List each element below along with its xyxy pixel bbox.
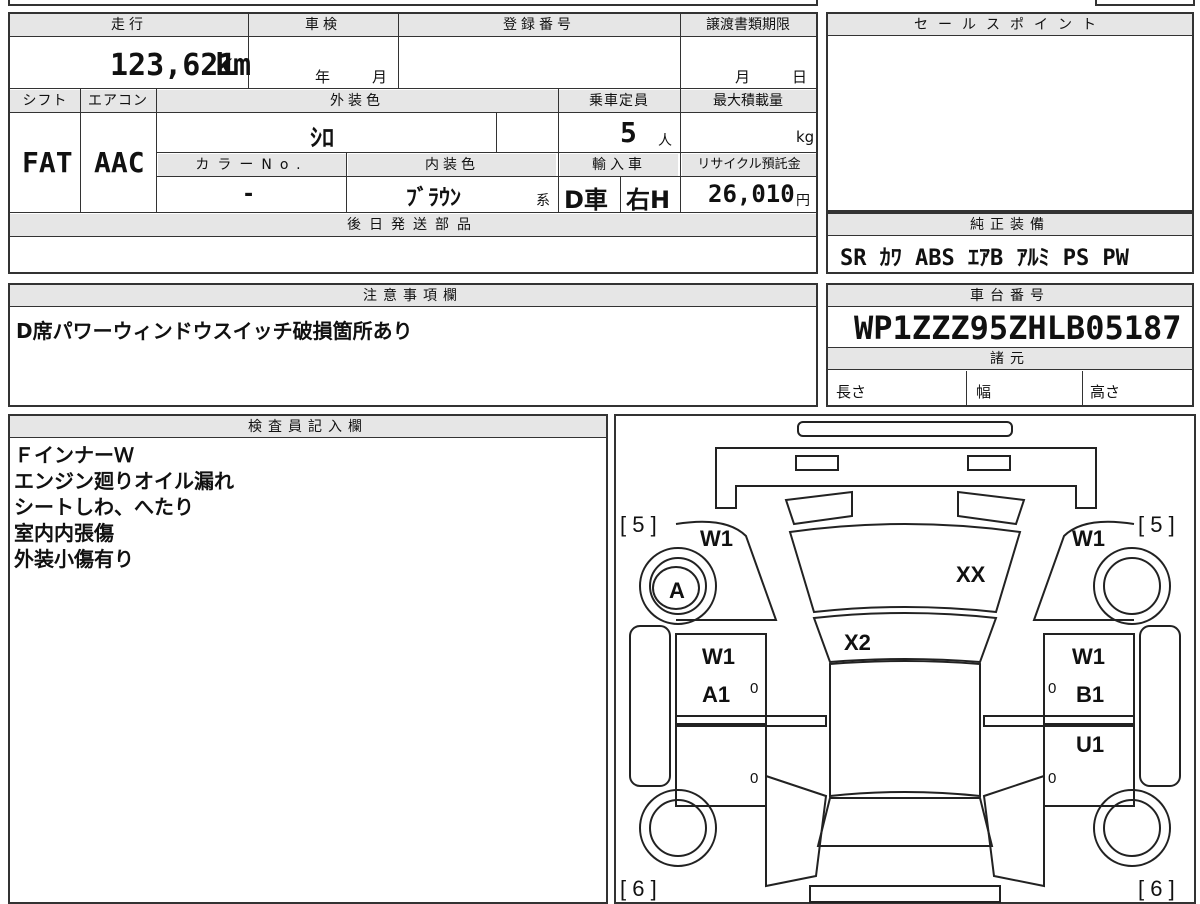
color-no-label: カラーNo. (158, 154, 346, 176)
rr-door-mark: U1 (1076, 732, 1105, 757)
sale-points-box: セールスポイント (826, 12, 1194, 212)
fl-door-mark-1: W1 (702, 644, 735, 669)
mileage-label: 走行 (10, 14, 248, 36)
transfer-month: 月 (735, 68, 751, 86)
fl-fender-mark: W1 (700, 526, 733, 551)
inspector-line: エンジン廻りオイル漏れ (14, 469, 234, 493)
fr-door-mark-1: W1 (1072, 644, 1105, 669)
chassis-box: 車台番号 WP1ZZZ95ZHLB05187 諸元 長さ 幅 高さ (826, 283, 1194, 407)
fl-zero: 0 (750, 680, 759, 697)
later-parts-label: 後日発送部品 (10, 214, 816, 236)
fl-wheel-mark: A (669, 578, 685, 603)
chassis-value: WP1ZZZ95ZHLB05187 (854, 309, 1182, 347)
drive-value: 右H (626, 186, 671, 214)
shift-value: FAT (22, 146, 73, 179)
int-color-suffix: 系 (536, 193, 550, 209)
recycle-unit: 円 (796, 193, 810, 209)
width-label: 幅 (976, 383, 992, 401)
ac-label: エアコン (80, 90, 156, 112)
load-unit: kg (796, 128, 815, 146)
inspector-box: 検査員記入欄 ＦインナーＷ エンジン廻りオイル漏れ シートしわ、へたり 室内内張… (8, 414, 608, 904)
rr-zero: 0 (1048, 770, 1057, 787)
chassis-label: 車台番号 (828, 285, 1192, 307)
top-strip (8, 0, 818, 6)
capacity-unit: 人 (658, 133, 672, 149)
inspector-label: 検査員記入欄 (10, 416, 606, 438)
color-no-value: - (244, 182, 254, 207)
registration-label: 登録番号 (398, 14, 680, 36)
inspector-line: 室内内張傷 (14, 521, 114, 545)
max-load-label: 最大積載量 (680, 90, 816, 112)
inspector-line: シートしわ、へたり (14, 495, 194, 519)
length-label: 長さ (836, 383, 867, 401)
fr-zero: 0 (1048, 680, 1057, 697)
spec-label: 諸元 (828, 348, 1192, 370)
import-value: D車 (564, 186, 608, 214)
height-label: 高さ (1090, 383, 1121, 401)
transfer-day: 日 (792, 68, 808, 86)
import-label: 輸入車 (560, 154, 678, 176)
tr-bracket: [ 5 ] (1138, 512, 1175, 537)
shaken-month: 月 (372, 68, 388, 86)
int-color-value: ﾌﾞﾗｳﾝ (406, 186, 462, 211)
bl-bracket: [ 6 ] (620, 876, 657, 901)
capacity-label: 乗車定員 (558, 90, 680, 112)
fl-door-mark-2: A1 (702, 682, 731, 707)
windshield-mark: X2 (844, 630, 871, 655)
rl-zero: 0 (750, 770, 759, 787)
ac-value: AAC (94, 146, 145, 179)
tl-bracket: [ 5 ] (620, 512, 657, 537)
capacity-value: 5 (620, 116, 637, 149)
transfer-deadline-label: 譲渡書類期限 (680, 14, 816, 36)
ext-color-label: 外装色 (156, 90, 558, 112)
damage-diagram-box: [ 5 ] [ 5 ] [ 6 ] [ 6 ] W1 W1 A XX X2 W1… (614, 414, 1196, 904)
recycle-value: 26,010 (708, 180, 795, 208)
fr-door-mark-2: B1 (1076, 682, 1105, 707)
shaken-year: 年 (315, 68, 331, 86)
notes-text: D席パワーウィンドウスイッチ破損箇所あり (16, 319, 413, 343)
inspector-line: ＦインナーＷ (14, 443, 134, 467)
equipment-value: SR ｶﾜ ABS ｴｱB ｱﾙﾐ PS PW (840, 246, 1129, 271)
fr-fender-mark: W1 (1072, 526, 1105, 551)
ext-color-value: ｼﾛ (310, 124, 334, 152)
notes-box: 注意事項欄 D席パワーウィンドウスイッチ破損箇所あり (8, 283, 818, 407)
shaken-label: 車検 (248, 14, 398, 36)
sale-points-label: セールスポイント (828, 14, 1192, 36)
br-bracket: [ 6 ] (1138, 876, 1175, 901)
equipment-box: 純正装備 SR ｶﾜ ABS ｴｱB ｱﾙﾐ PS PW (826, 212, 1194, 274)
top-strip-right (1095, 0, 1195, 6)
vehicle-info-table: 走行 車検 登録番号 譲渡書類期限 123,621 km 年 月 月 日 シフト… (8, 12, 818, 274)
shift-label: シフト (10, 90, 80, 112)
mileage-unit: km (215, 48, 252, 83)
recycle-label: リサイクル預託金 (682, 154, 816, 176)
inspector-lines: ＦインナーＷ エンジン廻りオイル漏れ シートしわ、へたり 室内内張傷 外装小傷有… (14, 442, 234, 572)
hood-mark: XX (956, 562, 986, 587)
equipment-label: 純正装備 (828, 214, 1192, 236)
inspector-line: 外装小傷有り (14, 547, 134, 571)
notes-label: 注意事項欄 (10, 285, 816, 307)
int-color-label: 内装色 (348, 154, 556, 176)
